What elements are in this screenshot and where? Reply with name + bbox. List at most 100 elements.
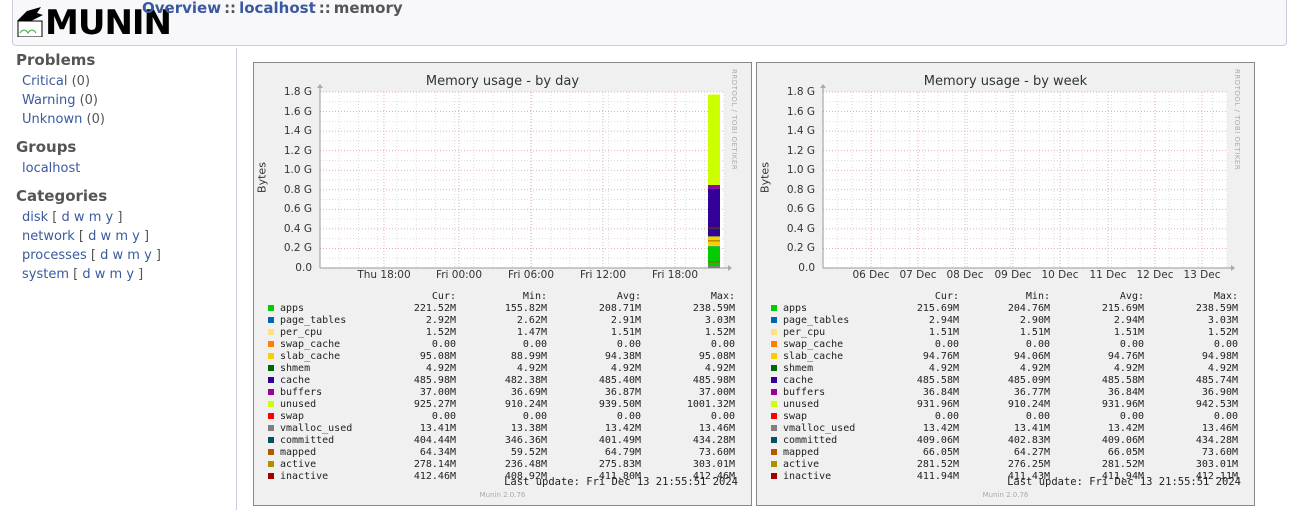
category-network-period-m[interactable]: m [115,229,128,244]
category-system-link[interactable]: system [22,267,69,282]
legend-series-name: page_tables [783,315,850,326]
legend-value: 0.00 [1025,411,1050,422]
breadcrumb-overview[interactable]: Overview [142,0,221,17]
legend-value: 0.00 [522,411,547,422]
legend-value: 0.00 [1213,411,1238,422]
x-tick-label: 13 Dec [1183,269,1221,281]
legend-swatch [268,413,274,419]
category-system-period-m[interactable]: m [110,267,123,282]
legend-value: 409.06M [916,435,959,446]
legend-series-name: slab_cache [783,351,844,362]
legend-series-name: apps [280,303,305,314]
category-disk-period-m[interactable]: m [89,210,102,225]
y-tick-label: 0.8 G [786,183,815,196]
y-tick-label: 0.2 G [786,242,815,255]
legend-value: 95.08M [698,351,735,362]
critical-link[interactable]: Critical [22,74,67,89]
category-item: network [ d w m y ] [22,229,150,244]
legend-col-header: Cur: [431,291,456,302]
category-network-period-y[interactable]: y [132,229,140,244]
category-processes-period-y[interactable]: y [144,248,152,263]
legend-row-cache: cache 485.98M 482.38M 485.40M 485.98M [268,375,748,387]
x-tick-label: Fri 12:00 [579,269,627,281]
warning-link[interactable]: Warning [22,93,75,108]
category-network-period-d[interactable]: d [88,229,96,244]
legend-row-apps: apps 215.69M 204.76M 215.69M 238.59M [771,303,1251,315]
legend-swatch [771,353,777,359]
legend-row-mapped: mapped 64.34M 59.52M 64.79M 73.60M [268,447,748,459]
legend-swatch [771,401,777,407]
x-tick-label: Fri 06:00 [507,269,555,281]
category-disk-period-w[interactable]: w [74,210,85,225]
legend-value: 278.14M [413,459,456,470]
legend-value: 1.51M [1113,327,1144,338]
group-localhost-link[interactable]: localhost [22,161,80,176]
legend-value: 1001.32M [686,399,735,410]
legend-row-slab_cache: slab_cache 94.76M 94.06M 94.76M 94.98M [771,351,1251,363]
graph-by-day[interactable]: Memory usage - by day Bytes RRDTOOL / TOBI… [253,62,752,506]
legend-col-header: Cur: [934,291,959,302]
munin-logo[interactable]: MUNIN [17,3,172,43]
legend-value: 215.69M [1101,303,1144,314]
critical-count: (0) [71,74,91,89]
legend-row-swap: swap 0.00 0.00 0.00 0.00 [771,411,1251,423]
legend-value: 485.98M [692,375,735,386]
legend-value: 4.92M [1019,363,1050,374]
category-system-period-d[interactable]: d [82,267,90,282]
legend-value: 36.84M [922,387,959,398]
category-network-link[interactable]: network [22,229,75,244]
legend-value: 221.52M [413,303,456,314]
category-processes-period-w[interactable]: w [112,248,123,263]
category-processes-period-m[interactable]: m [127,248,140,263]
legend-value: 3.03M [704,315,735,326]
last-update: Last update: Fri Dec 13 21:55:51 2024 [504,476,738,488]
category-processes-link[interactable]: processes [22,248,87,263]
legend-value: 0.00 [616,411,641,422]
legend-swatch [771,461,777,467]
legend-swatch [268,341,274,347]
groups-list: localhost [22,159,236,178]
legend-value: 0.00 [1119,411,1144,422]
unknown-link[interactable]: Unknown [22,112,82,127]
legend-value: 2.91M [610,315,641,326]
category-disk-link[interactable]: disk [22,210,48,225]
legend-value: 482.38M [504,375,547,386]
legend-series-name: cache [280,375,311,386]
category-processes-period-d[interactable]: d [100,248,108,263]
category-disk-period-y[interactable]: y [106,210,114,225]
category-item: disk [ d w m y ] [22,210,123,225]
y-tick-label: 0.6 G [786,203,815,216]
legend-row-cache: cache 485.58M 485.09M 485.58M 485.74M [771,375,1251,387]
munin-version: Munin 2.0.76 [982,491,1029,499]
legend-series-name: active [783,459,820,470]
legend-value: 275.83M [598,459,641,470]
y-tick-label: 0.6 G [283,203,312,216]
legend-swatch [771,437,777,443]
legend-row-active: active 281.52M 276.25M 281.52M 303.01M [771,459,1251,471]
y-tick-label: 1.4 G [786,125,815,138]
legend-value: 73.60M [1201,447,1238,458]
category-system-period-w[interactable]: w [95,267,106,282]
legend-value: 0.00 [1119,339,1144,350]
legend-value: 4.92M [1113,363,1144,374]
legend-header: Cur: Min: Avg: Max: [268,291,748,303]
legend-value: 346.36M [504,435,547,446]
y-tick-label: 1.8 G [786,86,815,98]
breadcrumb-localhost[interactable]: localhost [239,0,316,17]
unknown-count: (0) [86,112,105,127]
x-tick-label: Fri 18:00 [651,269,699,281]
legend-value: 204.76M [1007,303,1050,314]
problems-heading: Problems [16,51,96,69]
legend-series-name: committed [280,435,335,446]
legend-value: 59.52M [510,447,547,458]
graph-by-week[interactable]: Memory usage - by week Bytes RRDTOOL / TOB… [756,62,1255,506]
legend-value: 0.00 [431,339,456,350]
category-disk-period-d[interactable]: d [62,210,70,225]
raven-logo-icon [17,7,43,37]
category-system-period-y[interactable]: y [126,267,134,282]
legend-value: 485.98M [413,375,456,386]
category-network-period-w[interactable]: w [101,229,112,244]
y-tick-label: 0.0 [798,262,815,274]
legend-swatch [268,401,274,407]
legend-value: 4.92M [1207,363,1238,374]
